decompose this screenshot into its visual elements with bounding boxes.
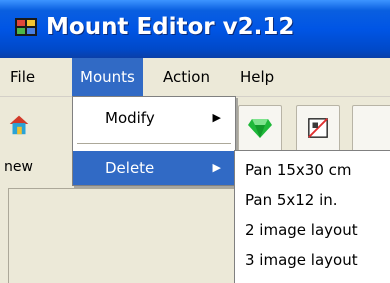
submenu-item-label: 2 image layout — [245, 221, 358, 239]
app-icon — [15, 18, 37, 36]
submenu-arrow-icon: ▶ — [212, 161, 221, 174]
menu-bar: File Mounts Action Help — [0, 58, 390, 97]
new-button-label: new — [4, 159, 33, 175]
delete-label: Delete — [105, 159, 155, 177]
content-pane — [8, 188, 255, 283]
menu-help[interactable]: Help — [232, 58, 282, 96]
menu-action[interactable]: Action — [155, 58, 218, 96]
submenu-arrow-icon: ▶ — [212, 111, 221, 124]
menu-mounts[interactable]: Mounts — [72, 58, 143, 96]
title-bar[interactable]: Mount Editor v2.12 — [0, 0, 390, 58]
mounts-menu: Modify ▶ Delete ▶ — [72, 96, 236, 186]
gem-button[interactable] — [238, 105, 282, 153]
menu-file[interactable]: File — [2, 58, 43, 96]
submenu-item-label: Pan 15x30 cm — [245, 161, 352, 179]
submenu-item[interactable]: Pan 15x30 cm — [235, 155, 390, 185]
submenu-item[interactable]: 3 image layout — [235, 245, 390, 275]
new-icon — [9, 115, 29, 135]
new-button[interactable]: new — [0, 97, 44, 187]
submenu-item-label: Pan 5x12 in. — [245, 191, 338, 209]
delete-submenu: Pan 15x30 cm Pan 5x12 in. 2 image layout… — [234, 150, 390, 283]
submenu-item[interactable]: Pan 5x12 in. — [235, 185, 390, 215]
mounts-menu-modify[interactable]: Modify ▶ — [73, 101, 235, 135]
mounts-menu-delete[interactable]: Delete ▶ — [73, 151, 235, 185]
submenu-item[interactable]: 2 image layout — [235, 215, 390, 245]
window-title: Mount Editor v2.12 — [46, 14, 295, 40]
modify-label: Modify — [105, 109, 155, 127]
menu-separator — [77, 143, 231, 144]
toolbar-button-edge[interactable] — [352, 105, 390, 153]
gem-icon — [248, 119, 272, 138]
crop-icon — [308, 118, 328, 138]
crop-button[interactable] — [296, 105, 340, 153]
submenu-item-label: 3 image layout — [245, 251, 358, 269]
